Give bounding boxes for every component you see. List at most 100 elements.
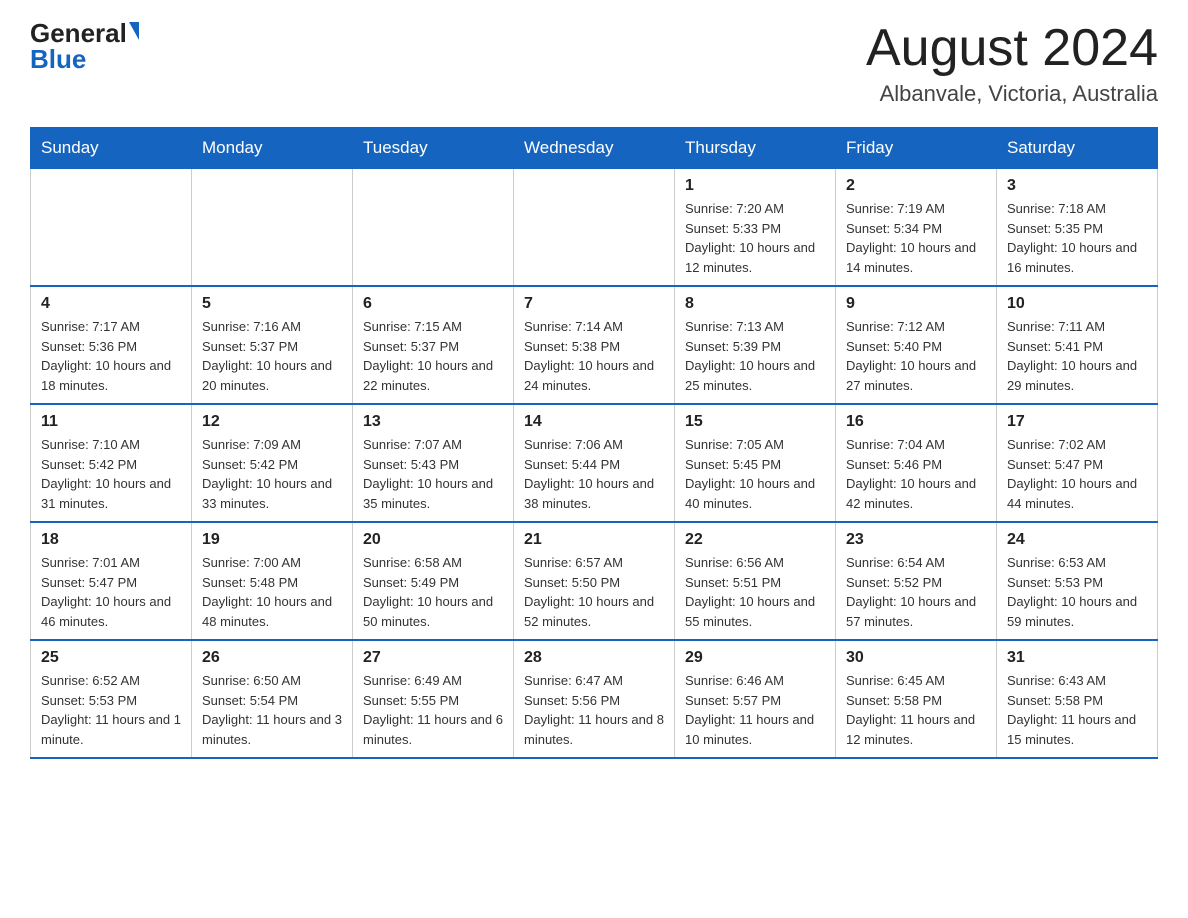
- calendar-cell: 22 Sunrise: 6:56 AMSunset: 5:51 PMDayligh…: [675, 522, 836, 640]
- day-number: 31: [1007, 649, 1147, 667]
- day-info: Sunrise: 7:07 AMSunset: 5:43 PMDaylight:…: [363, 435, 503, 513]
- day-number: 8: [685, 295, 825, 313]
- calendar-cell: 18Sunrise: 7:01 AMSunset: 5:47 PMDayligh…: [31, 522, 192, 640]
- day-info: Sunrise: 6:47 AMSunset: 5:56 PMDaylight:…: [524, 671, 664, 749]
- calendar-header: SundayMondayTuesdayWednesdayThursdayFrid…: [31, 128, 1158, 169]
- weekday-header-row: SundayMondayTuesdayWednesdayThursdayFrid…: [31, 128, 1158, 169]
- logo: General Blue: [30, 20, 139, 72]
- day-info: Sunrise: 7:00 AMSunset: 5:48 PMDaylight:…: [202, 553, 342, 631]
- day-info: Sunrise: 6:50 AMSunset: 5:54 PMDaylight:…: [202, 671, 342, 749]
- calendar-cell: 2 Sunrise: 7:19 AMSunset: 5:34 PMDaylight…: [836, 169, 997, 287]
- day-number: 16: [846, 413, 986, 431]
- weekday-header-tuesday: Tuesday: [353, 128, 514, 169]
- day-number: 11: [41, 413, 181, 431]
- day-info: Sunrise: 6:43 AMSunset: 5:58 PMDaylight:…: [1007, 671, 1147, 749]
- day-info: Sunrise: 6:57 AMSunset: 5:50 PMDaylight:…: [524, 553, 664, 631]
- day-number: 14: [524, 413, 664, 431]
- day-number: 25: [41, 649, 181, 667]
- day-info: Sunrise: 7:06 AMSunset: 5:44 PMDaylight:…: [524, 435, 664, 513]
- calendar-cell: 7 Sunrise: 7:14 AMSunset: 5:38 PMDaylight…: [514, 286, 675, 404]
- calendar-cell: 24 Sunrise: 6:53 AMSunset: 5:53 PMDayligh…: [997, 522, 1158, 640]
- day-info: Sunrise: 7:13 AMSunset: 5:39 PMDaylight:…: [685, 317, 825, 395]
- day-info: Sunrise: 6:49 AMSunset: 5:55 PMDaylight:…: [363, 671, 503, 749]
- day-info: Sunrise: 7:18 AMSunset: 5:35 PMDaylight:…: [1007, 199, 1147, 277]
- day-info: Sunrise: 6:45 AMSunset: 5:58 PMDaylight:…: [846, 671, 986, 749]
- day-number: 12: [202, 413, 342, 431]
- weekday-header-saturday: Saturday: [997, 128, 1158, 169]
- calendar-cell: 4Sunrise: 7:17 AMSunset: 5:36 PMDaylight…: [31, 286, 192, 404]
- calendar-cell: 3 Sunrise: 7:18 AMSunset: 5:35 PMDaylight…: [997, 169, 1158, 287]
- calendar-week-row: 25 Sunrise: 6:52 AMSunset: 5:53 PMDayligh…: [31, 640, 1158, 758]
- day-info: Sunrise: 7:11 AMSunset: 5:41 PMDaylight:…: [1007, 317, 1147, 395]
- day-number: 26: [202, 649, 342, 667]
- weekday-header-friday: Friday: [836, 128, 997, 169]
- day-info: Sunrise: 6:54 AMSunset: 5:52 PMDaylight:…: [846, 553, 986, 631]
- calendar-cell: 6 Sunrise: 7:15 AMSunset: 5:37 PMDaylight…: [353, 286, 514, 404]
- calendar-cell: 13Sunrise: 7:07 AMSunset: 5:43 PMDayligh…: [353, 404, 514, 522]
- calendar-cell: 30 Sunrise: 6:45 AMSunset: 5:58 PMDayligh…: [836, 640, 997, 758]
- day-number: 9: [846, 295, 986, 313]
- day-number: 6: [363, 295, 503, 313]
- title-block: August 2024 Albanvale, Victoria, Austral…: [866, 20, 1158, 107]
- page-title: August 2024: [866, 20, 1158, 77]
- calendar-table: SundayMondayTuesdayWednesdayThursdayFrid…: [30, 127, 1158, 759]
- day-number: 21: [524, 531, 664, 549]
- day-number: 2: [846, 177, 986, 195]
- calendar-cell: 11 Sunrise: 7:10 AMSunset: 5:42 PMDayligh…: [31, 404, 192, 522]
- day-number: 23: [846, 531, 986, 549]
- day-number: 10: [1007, 295, 1147, 313]
- day-info: Sunrise: 7:02 AMSunset: 5:47 PMDaylight:…: [1007, 435, 1147, 513]
- calendar-body: 1 Sunrise: 7:20 AMSunset: 5:33 PMDaylight…: [31, 169, 1158, 759]
- calendar-cell: 14 Sunrise: 7:06 AMSunset: 5:44 PMDayligh…: [514, 404, 675, 522]
- day-info: Sunrise: 7:14 AMSunset: 5:38 PMDaylight:…: [524, 317, 664, 395]
- day-number: 29: [685, 649, 825, 667]
- weekday-header-monday: Monday: [192, 128, 353, 169]
- day-info: Sunrise: 7:15 AMSunset: 5:37 PMDaylight:…: [363, 317, 503, 395]
- day-info: Sunrise: 6:53 AMSunset: 5:53 PMDaylight:…: [1007, 553, 1147, 631]
- day-number: 22: [685, 531, 825, 549]
- calendar-cell: 9Sunrise: 7:12 AMSunset: 5:40 PMDaylight…: [836, 286, 997, 404]
- day-number: 24: [1007, 531, 1147, 549]
- calendar-cell: 17 Sunrise: 7:02 AMSunset: 5:47 PMDayligh…: [997, 404, 1158, 522]
- weekday-header-wednesday: Wednesday: [514, 128, 675, 169]
- day-info: Sunrise: 7:04 AMSunset: 5:46 PMDaylight:…: [846, 435, 986, 513]
- day-info: Sunrise: 7:10 AMSunset: 5:42 PMDaylight:…: [41, 435, 181, 513]
- calendar-cell: 21 Sunrise: 6:57 AMSunset: 5:50 PMDayligh…: [514, 522, 675, 640]
- page-subtitle: Albanvale, Victoria, Australia: [866, 81, 1158, 107]
- calendar-cell: 10 Sunrise: 7:11 AMSunset: 5:41 PMDayligh…: [997, 286, 1158, 404]
- calendar-week-row: 11 Sunrise: 7:10 AMSunset: 5:42 PMDayligh…: [31, 404, 1158, 522]
- calendar-week-row: 1 Sunrise: 7:20 AMSunset: 5:33 PMDaylight…: [31, 169, 1158, 287]
- page-header: General Blue August 2024 Albanvale, Vict…: [30, 20, 1158, 107]
- calendar-cell: [514, 169, 675, 287]
- calendar-cell: 28Sunrise: 6:47 AMSunset: 5:56 PMDayligh…: [514, 640, 675, 758]
- day-info: Sunrise: 6:46 AMSunset: 5:57 PMDaylight:…: [685, 671, 825, 749]
- day-number: 20: [363, 531, 503, 549]
- calendar-cell: [31, 169, 192, 287]
- day-number: 4: [41, 295, 181, 313]
- calendar-cell: 27Sunrise: 6:49 AMSunset: 5:55 PMDayligh…: [353, 640, 514, 758]
- day-number: 5: [202, 295, 342, 313]
- calendar-cell: 15Sunrise: 7:05 AMSunset: 5:45 PMDayligh…: [675, 404, 836, 522]
- day-info: Sunrise: 7:20 AMSunset: 5:33 PMDaylight:…: [685, 199, 825, 277]
- day-info: Sunrise: 6:56 AMSunset: 5:51 PMDaylight:…: [685, 553, 825, 631]
- logo-blue-text: Blue: [30, 44, 86, 74]
- day-number: 15: [685, 413, 825, 431]
- calendar-cell: 8 Sunrise: 7:13 AMSunset: 5:39 PMDaylight…: [675, 286, 836, 404]
- weekday-header-sunday: Sunday: [31, 128, 192, 169]
- day-info: Sunrise: 7:16 AMSunset: 5:37 PMDaylight:…: [202, 317, 342, 395]
- calendar-cell: 1 Sunrise: 7:20 AMSunset: 5:33 PMDaylight…: [675, 169, 836, 287]
- calendar-cell: 12Sunrise: 7:09 AMSunset: 5:42 PMDayligh…: [192, 404, 353, 522]
- day-number: 3: [1007, 177, 1147, 195]
- day-number: 30: [846, 649, 986, 667]
- weekday-header-thursday: Thursday: [675, 128, 836, 169]
- day-number: 7: [524, 295, 664, 313]
- calendar-cell: 20Sunrise: 6:58 AMSunset: 5:49 PMDayligh…: [353, 522, 514, 640]
- calendar-week-row: 4Sunrise: 7:17 AMSunset: 5:36 PMDaylight…: [31, 286, 1158, 404]
- day-number: 17: [1007, 413, 1147, 431]
- day-info: Sunrise: 7:19 AMSunset: 5:34 PMDaylight:…: [846, 199, 986, 277]
- calendar-cell: 26 Sunrise: 6:50 AMSunset: 5:54 PMDayligh…: [192, 640, 353, 758]
- day-number: 18: [41, 531, 181, 549]
- day-info: Sunrise: 6:52 AMSunset: 5:53 PMDaylight:…: [41, 671, 181, 749]
- day-number: 1: [685, 177, 825, 195]
- calendar-cell: [192, 169, 353, 287]
